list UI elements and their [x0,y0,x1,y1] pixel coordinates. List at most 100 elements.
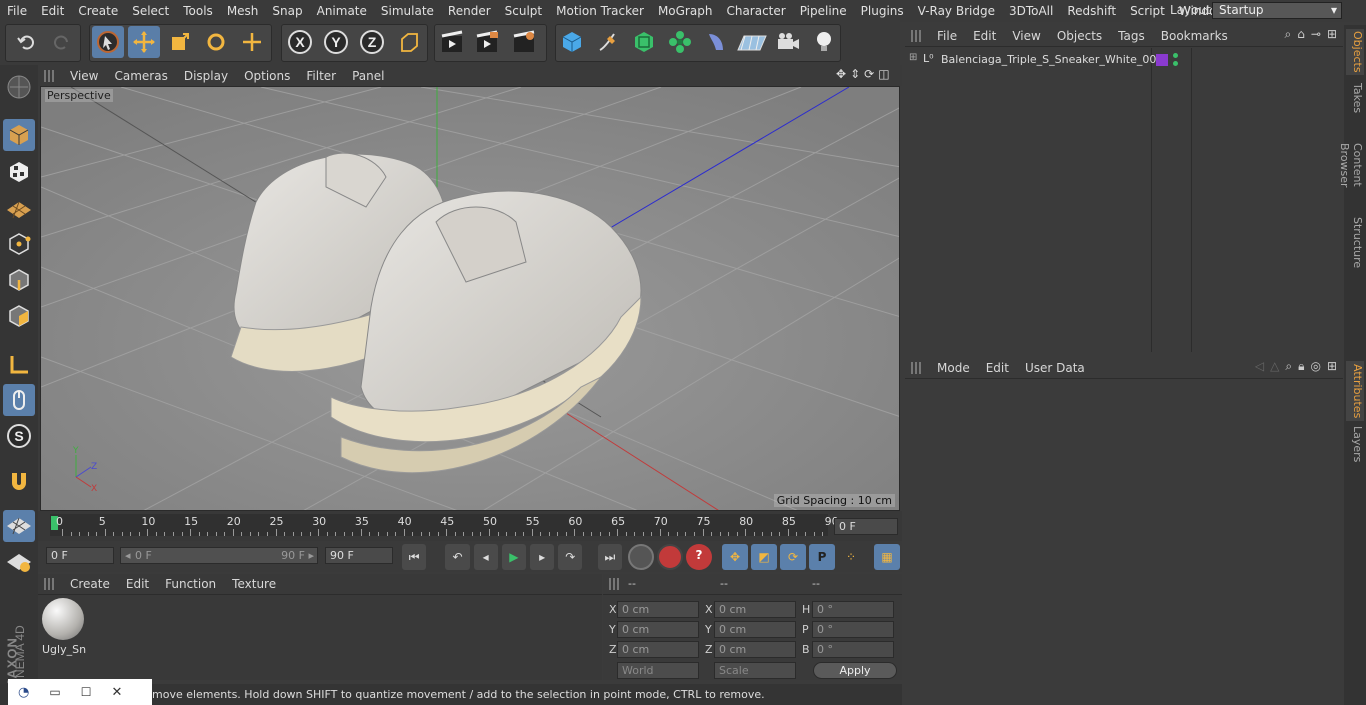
menu-redshift[interactable]: Redshift [1060,4,1123,18]
viewport-menu-cameras[interactable]: Cameras [106,69,175,83]
y-axis-icon[interactable]: Y [320,26,352,58]
viewport-menu-view[interactable]: View [62,69,106,83]
menu-sculpt[interactable]: Sculpt [498,4,549,18]
menu-render[interactable]: Render [441,4,498,18]
next-frame-icon[interactable]: ▸ [529,544,555,570]
coord-value-field[interactable]: 0 cm [617,601,699,618]
frame-range-slider[interactable]: ◂ 0 F 90 F ▸ [120,547,318,564]
object-menu-bookmarks[interactable]: Bookmarks [1153,29,1236,43]
tab-objects[interactable]: Objects [1346,29,1364,75]
timeline-window-icon[interactable]: ▦ [874,544,900,570]
key-scale-icon[interactable]: ◩ [751,544,777,570]
viewport-perspective[interactable]: Y Z X Perspective Grid Spacing : 10 cm [40,86,900,511]
move-icon[interactable] [128,26,160,58]
polygons-mode-icon[interactable] [3,300,35,332]
prev-key-icon[interactable]: ↶ [445,544,470,570]
redo-icon[interactable] [46,26,78,58]
timeline-ruler[interactable]: 0 5 10 15 20 25 30 35 40 45 50 55 60 65 70 75 80 85 90 0 F [38,511,902,541]
tab-takes[interactable]: Takes [1346,81,1364,115]
tab-attributes[interactable]: Attributes [1346,361,1364,421]
search-icon[interactable]: ⌕ [1285,27,1292,42]
zoom-icon[interactable]: ⇕ [850,67,860,81]
attr-menu-edit[interactable]: Edit [978,361,1017,375]
home-icon[interactable]: ⌂ [1297,27,1305,42]
start-frame-field[interactable]: 0 F [46,547,114,564]
tweak-mode-icon[interactable] [3,384,35,416]
x-axis-icon[interactable]: X [284,26,316,58]
live-selection-icon[interactable] [92,26,124,58]
expand-icon[interactable]: ⊞ [909,52,917,63]
tab-layers[interactable]: Layers [1346,425,1364,463]
rotate-icon[interactable] [200,26,232,58]
menu-3dtoall[interactable]: 3DToAll [1002,4,1060,18]
close-icon[interactable]: ✕ [111,685,122,700]
menu-pipeline[interactable]: Pipeline [793,4,854,18]
goto-start-icon[interactable]: ⏮ [402,544,427,570]
layer-color-swatch[interactable] [1156,54,1168,66]
render-view-icon[interactable] [436,26,468,58]
maximize-icon[interactable]: ◫ [878,67,889,81]
menu-simulate[interactable]: Simulate [374,4,441,18]
viewport-menu-filter[interactable]: Filter [298,69,344,83]
workplane-grid-icon[interactable] [3,510,35,542]
current-frame-field[interactable]: 0 F [834,518,898,535]
viewport-menu-panel[interactable]: Panel [344,69,392,83]
menu-create[interactable]: Create [71,4,125,18]
cloner-icon[interactable] [664,26,696,58]
coord-value-field[interactable]: 0 ° [812,641,894,658]
size-mode-select[interactable]: Scale [714,662,796,679]
deformer-icon[interactable] [700,26,732,58]
make-editable-icon[interactable] [3,71,35,103]
next-key-icon[interactable]: ↷ [558,544,583,570]
back-arrow-icon[interactable]: ◁ [1255,359,1264,374]
maximize-window-icon[interactable]: ☐ [81,685,92,699]
orbit-icon[interactable]: ⟳ [864,67,874,81]
pan-icon[interactable]: ✥ [836,67,846,81]
menu-edit[interactable]: Edit [34,4,71,18]
coord-value-field[interactable]: 0 cm [617,621,699,638]
coordinate-space-select[interactable]: World [617,662,699,679]
light-icon[interactable] [808,26,840,58]
app-icon[interactable]: ◔ [18,685,29,700]
viewport-menu-options[interactable]: Options [236,69,298,83]
coord-value-field[interactable]: 0 cm [714,621,796,638]
magnet-icon[interactable] [3,466,35,498]
tab-content-browser[interactable]: Content Browser [1338,121,1364,209]
z-axis-icon[interactable]: Z [356,26,388,58]
menu-mesh[interactable]: Mesh [220,4,266,18]
object-menu-objects[interactable]: Objects [1049,29,1110,43]
workplane-icon[interactable] [3,192,35,224]
target-icon[interactable]: ◎ [1310,359,1320,374]
object-menu-file[interactable]: File [929,29,965,43]
material-menu-create[interactable]: Create [62,577,118,591]
record-icon[interactable] [657,544,683,570]
floor-icon[interactable] [736,26,768,58]
key-rotation-icon[interactable]: ⟳ [780,544,806,570]
undo-icon[interactable] [10,26,42,58]
new-window-icon[interactable]: ⊞ [1327,359,1337,374]
object-menu-edit[interactable]: Edit [965,29,1004,43]
camera-icon[interactable] [772,26,804,58]
object-menu-tags[interactable]: Tags [1110,29,1153,43]
object-row[interactable]: ⊞ L⁰ Balenciaga_Triple_S_Sneaker_White_0… [905,52,1163,68]
coord-value-field[interactable]: 0 cm [714,641,796,658]
coord-value-field[interactable]: 0 cm [617,641,699,658]
minimize-icon[interactable]: ▭ [49,685,60,699]
new-window-icon[interactable]: ⊞ [1327,27,1337,42]
pen-icon[interactable] [592,26,624,58]
up-arrow-icon[interactable]: ⊸ [1311,27,1321,42]
up-arrow-icon[interactable]: △ [1270,359,1279,374]
menu-animate[interactable]: Animate [310,4,374,18]
attr-menu-mode[interactable]: Mode [929,361,978,375]
menu-file[interactable]: File [0,4,34,18]
coord-value-field[interactable]: 0 ° [812,621,894,638]
coordinate-system-icon[interactable] [393,26,425,58]
menu-motion-tracker[interactable]: Motion Tracker [549,4,651,18]
menu-select[interactable]: Select [125,4,176,18]
snapping-icon[interactable]: S [3,420,35,452]
material-menu-texture[interactable]: Texture [224,577,284,591]
attr-menu-userdata[interactable]: User Data [1017,361,1093,375]
render-settings-icon[interactable] [508,26,540,58]
menu-v-ray-bridge[interactable]: V-Ray Bridge [911,4,1002,18]
menu-mograph[interactable]: MoGraph [651,4,720,18]
